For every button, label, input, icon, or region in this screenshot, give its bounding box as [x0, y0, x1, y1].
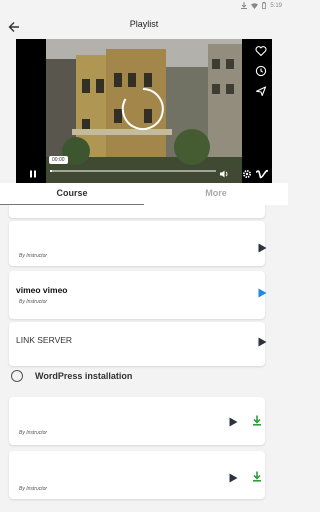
clock-icon[interactable]	[255, 64, 267, 77]
tab-more[interactable]: More	[144, 183, 288, 205]
radio-circle-icon[interactable]	[11, 370, 23, 382]
lesson-card[interactable]: By Instructor	[9, 451, 265, 499]
status-bar: 5:19	[0, 0, 288, 13]
download-icon[interactable]	[252, 413, 262, 426]
current-time: 00:00	[49, 156, 68, 164]
download-status-icon	[241, 2, 248, 9]
pause-icon[interactable]	[28, 166, 38, 178]
battery-icon	[262, 2, 267, 9]
download-icon[interactable]	[252, 469, 262, 482]
lesson-list: By Instructor vimeo vimeo By Instructor …	[0, 205, 288, 512]
app-bar: Playlist	[0, 13, 288, 38]
lesson-title: vimeo vimeo	[16, 285, 68, 295]
play-icon[interactable]	[228, 414, 238, 427]
clock-time: 5:19	[270, 2, 282, 9]
video-player[interactable]: 00:00	[16, 39, 272, 183]
lesson-instructor: By Instructor	[19, 253, 48, 259]
progress-bar[interactable]	[50, 170, 216, 172]
play-icon[interactable]	[257, 334, 267, 347]
lesson-instructor: By Instructor	[19, 299, 48, 305]
settings-gear-icon[interactable]	[242, 166, 252, 178]
tab-course[interactable]: Course	[0, 183, 144, 205]
vimeo-logo-icon[interactable]	[255, 166, 269, 179]
lesson-card[interactable]: LINK SERVER	[9, 322, 267, 366]
lesson-card[interactable]: By Instructor	[9, 397, 265, 445]
section-header[interactable]: WordPress installation	[11, 368, 132, 384]
page-title: Playlist	[129, 19, 159, 29]
section-title: WordPress installation	[35, 371, 133, 381]
play-icon[interactable]	[257, 285, 267, 298]
tab-bar: Course More	[0, 183, 288, 205]
play-icon[interactable]	[257, 240, 267, 253]
lesson-instructor: By Instructor	[19, 430, 48, 436]
lesson-instructor: By Instructor	[19, 486, 48, 492]
wifi-icon	[251, 2, 259, 9]
loading-spinner-icon	[121, 87, 165, 131]
lesson-card[interactable]: By Instructor	[9, 221, 267, 266]
heart-icon[interactable]	[255, 44, 267, 57]
player-controls: 00:00	[16, 156, 272, 183]
lesson-title: LINK SERVER	[16, 335, 73, 345]
volume-icon[interactable]	[219, 166, 229, 178]
lesson-card[interactable]	[9, 205, 265, 218]
lesson-card[interactable]: vimeo vimeo By Instructor	[9, 271, 267, 319]
share-icon[interactable]	[255, 84, 267, 97]
progress-fill	[50, 170, 52, 172]
play-icon[interactable]	[228, 470, 238, 483]
